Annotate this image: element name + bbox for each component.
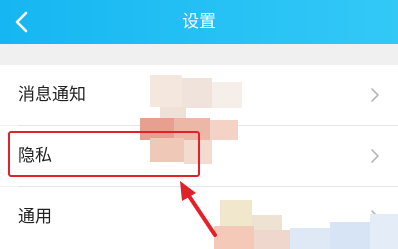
top-navigation-bar: 设置 xyxy=(0,0,398,44)
mosaic-block xyxy=(210,120,238,140)
section-gap xyxy=(0,44,398,65)
chevron-right-icon xyxy=(371,149,379,163)
chevron-right-icon xyxy=(371,88,379,102)
red-arrow-icon xyxy=(180,181,217,237)
page-title: 设置 xyxy=(182,12,216,32)
mosaic-block xyxy=(182,78,212,108)
settings-item-label: 消息通知 xyxy=(18,85,86,105)
settings-item-label: 通用 xyxy=(18,207,52,227)
mosaic-block xyxy=(212,82,242,108)
mosaic-block xyxy=(370,214,398,249)
mosaic-block xyxy=(150,75,182,107)
mosaic-block xyxy=(330,222,370,249)
mosaic-block xyxy=(254,230,290,249)
highlight-box xyxy=(8,131,200,177)
mosaic-block xyxy=(290,228,330,249)
